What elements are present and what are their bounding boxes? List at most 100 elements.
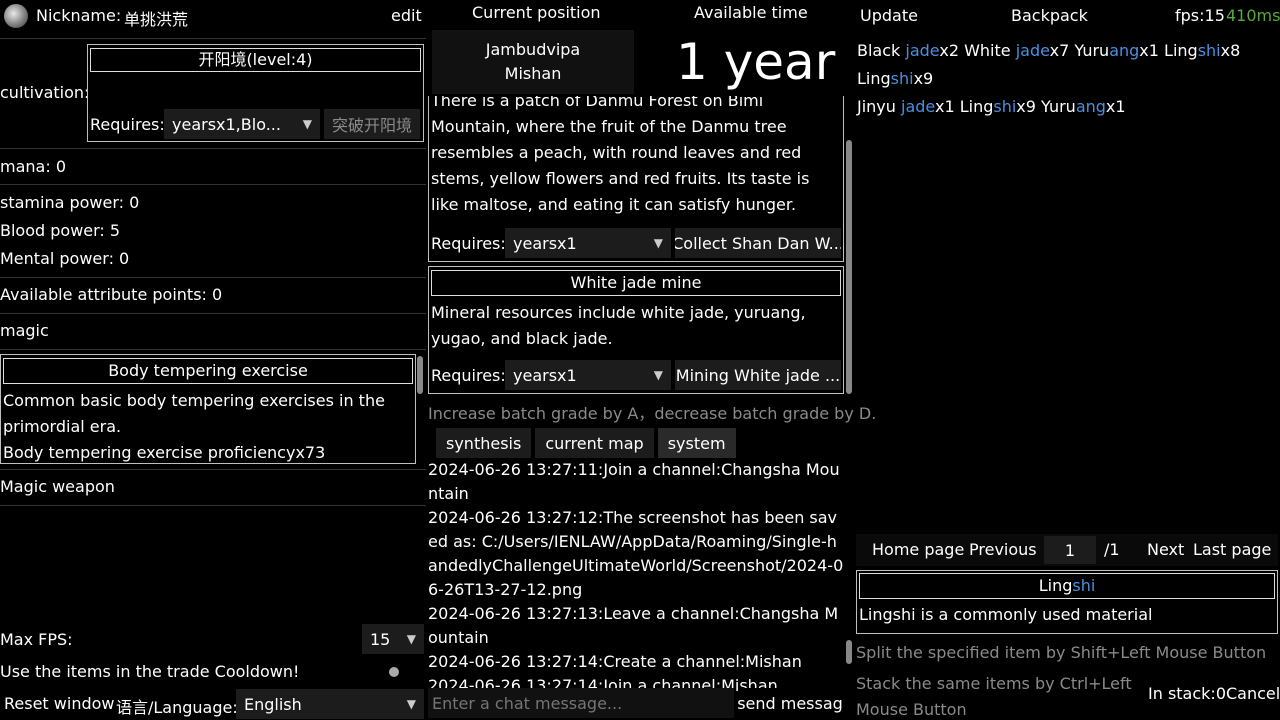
log-scrollbar[interactable]	[846, 640, 852, 664]
collect-button[interactable]: Collect Shan Dan W...	[675, 228, 841, 258]
realm-title: 开阳境(level:4)	[90, 48, 421, 72]
stamina-stat: stamina power: 0	[0, 193, 140, 212]
backpack-item-name: Ling	[857, 69, 891, 88]
mental-stat: Mental power: 0	[0, 249, 130, 268]
location-requires-value: yearsx1	[513, 233, 577, 253]
backpack-item-name-highlight: jade	[901, 97, 935, 116]
update-button[interactable]: Update	[860, 6, 918, 25]
last-page-button[interactable]: Last page	[1193, 540, 1271, 559]
backpack-items-row: Black jadex2 White jadex7 Yuruangx1 Ling…	[857, 37, 1280, 93]
current-position-label: Current position	[472, 3, 601, 22]
language-value: English	[244, 694, 302, 714]
location-title: White jade mine	[431, 270, 841, 296]
backpack-item-name-highlight: shi	[1197, 41, 1221, 60]
backpack-item[interactable]: Black jadex2	[857, 41, 964, 60]
log-entry: 2024-06-26 13:27:13:Leave a channel:Chan…	[428, 604, 839, 647]
send-message-button[interactable]: send messag	[738, 688, 842, 718]
nickname-label: Nickname:	[36, 6, 122, 25]
backpack-item[interactable]: Yuruangx1	[1074, 41, 1164, 60]
mining-button[interactable]: Mining White jade ...	[675, 360, 841, 390]
backpack-item-name-highlight: jade	[905, 41, 940, 60]
location-card-danmu[interactable]: There is a patch of Danmu Forest on Bimi…	[428, 96, 844, 262]
language-select[interactable]: English ▼	[236, 689, 424, 719]
max-fps-label: Max FPS:	[0, 630, 73, 649]
location-requires-label: Requires:	[431, 234, 506, 253]
pagination-bar: Home page Previous 1 /1 Next Last page	[856, 534, 1278, 566]
backpack-item-count: x1	[934, 97, 960, 116]
chevron-down-icon: ▼	[406, 632, 416, 646]
backpack-item-count: x9	[913, 69, 934, 88]
split-hint: Split the specified item by Shift+Left M…	[856, 643, 1267, 662]
home-page-button[interactable]: Home page	[872, 540, 964, 559]
backpack-item-name: Yuru	[1074, 41, 1110, 60]
available-time-value: 1 year	[676, 33, 836, 91]
location-requires-label: Requires:	[431, 366, 506, 385]
previous-button[interactable]: Previous	[969, 540, 1037, 559]
location-desc: There is a patch of Danmu Forest on Bimi…	[431, 96, 810, 214]
chevron-down-icon: ▼	[653, 236, 663, 250]
backpack-item-name-highlight: ang	[1075, 97, 1106, 116]
backpack-item[interactable]: Lingshix9	[960, 97, 1041, 116]
backpack-item-name: Black	[857, 41, 906, 60]
backpack-item-name: Yuru	[1041, 97, 1076, 116]
backpack-item[interactable]: Lingshix9	[857, 69, 933, 88]
backpack-item[interactable]: Yuruangx1	[1041, 97, 1126, 116]
item-detail-title: Lingshi	[859, 573, 1275, 599]
location-requires-value: yearsx1	[513, 365, 577, 385]
backpack-item-name: White	[964, 41, 1016, 60]
position-line1: Jambudvipa	[485, 40, 581, 59]
avatar[interactable]	[4, 4, 28, 28]
chevron-down-icon: ▼	[302, 117, 312, 131]
backpack-item[interactable]: White jadex7	[964, 41, 1074, 60]
magic-scrollbar[interactable]	[417, 356, 423, 394]
cancel-button[interactable]: Cancel	[1226, 684, 1280, 703]
trade-cooldown-label: Use the items in the trade Cooldown!	[0, 662, 300, 681]
stack-hint: Stack the same items by Ctrl+Left Mouse …	[856, 674, 1132, 719]
breakthrough-button[interactable]: 突破开阳境	[324, 109, 420, 139]
log-entry: 2024-06-26 13:27:14:Create a channel:Mis…	[428, 652, 802, 671]
backpack-items: Black jadex2 White jadex7 Yuruangx1 Ling…	[857, 37, 1280, 121]
max-fps-select[interactable]: 15 ▼	[362, 624, 424, 654]
location-scrollbar[interactable]	[846, 140, 852, 394]
backpack-item[interactable]: Lingshix8	[1164, 41, 1240, 60]
next-button[interactable]: Next	[1147, 540, 1184, 559]
realm-requires-label: Requires:	[90, 115, 165, 134]
page-total: /1	[1104, 540, 1120, 559]
reset-window-button[interactable]: Reset window	[4, 694, 114, 713]
backpack-item-name-highlight: ang	[1109, 41, 1140, 60]
tab-current-map[interactable]: current map	[535, 428, 654, 458]
backpack-item-name-highlight: shi	[890, 69, 914, 88]
location-requires-select[interactable]: yearsx1 ▼	[505, 360, 671, 390]
log-entry: 2024-06-26 13:27:11:Join a channel:Chang…	[428, 460, 840, 503]
position-line2: Mishan	[504, 64, 562, 83]
backpack-item-count: x2	[939, 41, 965, 60]
max-fps-value: 15	[370, 629, 391, 649]
location-card-white-jade[interactable]: White jade mine Mineral resources includ…	[428, 266, 844, 394]
log-entry: 2024-06-26 13:27:12:The screenshot has b…	[428, 508, 844, 599]
item-detail-desc: Lingshi is a commonly used material	[859, 605, 1153, 624]
tab-system[interactable]: system	[657, 428, 736, 458]
backpack-item-count: x8	[1220, 41, 1241, 60]
magic-label: magic	[0, 321, 49, 340]
mana-stat: mana: 0	[0, 157, 66, 176]
page-input[interactable]: 1	[1044, 536, 1096, 564]
log-tabs: synthesis current map system	[436, 428, 736, 458]
realm-requires-select[interactable]: yearsx1,Blo... ▼	[164, 109, 320, 139]
backpack-item-count: x1	[1105, 97, 1126, 116]
nickname-value: 单挑洪荒	[124, 10, 189, 29]
latency-readout: 410ms	[1226, 6, 1280, 25]
edit-button[interactable]: edit	[391, 6, 422, 25]
chat-input[interactable]	[428, 688, 734, 718]
magic-item-card[interactable]: Body tempering exercise Common basic bod…	[0, 354, 416, 464]
batch-hint: Increase batch grade by A，decrease batch…	[428, 404, 877, 423]
cultivation-box: 开阳境(level:4) Requires: yearsx1,Blo... ▼ …	[87, 44, 424, 142]
system-log: 2024-06-26 13:27:11:Join a channel:Chang…	[428, 458, 844, 698]
backpack-item-name-highlight: shi	[993, 97, 1017, 116]
trade-cooldown-toggle[interactable]	[389, 667, 399, 677]
backpack-item[interactable]: Jinyu jadex1	[857, 97, 960, 116]
backpack-item-count: x9	[1016, 97, 1042, 116]
magic-item-title: Body tempering exercise	[3, 358, 413, 384]
tab-synthesis[interactable]: synthesis	[436, 428, 532, 458]
location-requires-select[interactable]: yearsx1 ▼	[505, 228, 671, 258]
chevron-down-icon: ▼	[653, 368, 663, 382]
